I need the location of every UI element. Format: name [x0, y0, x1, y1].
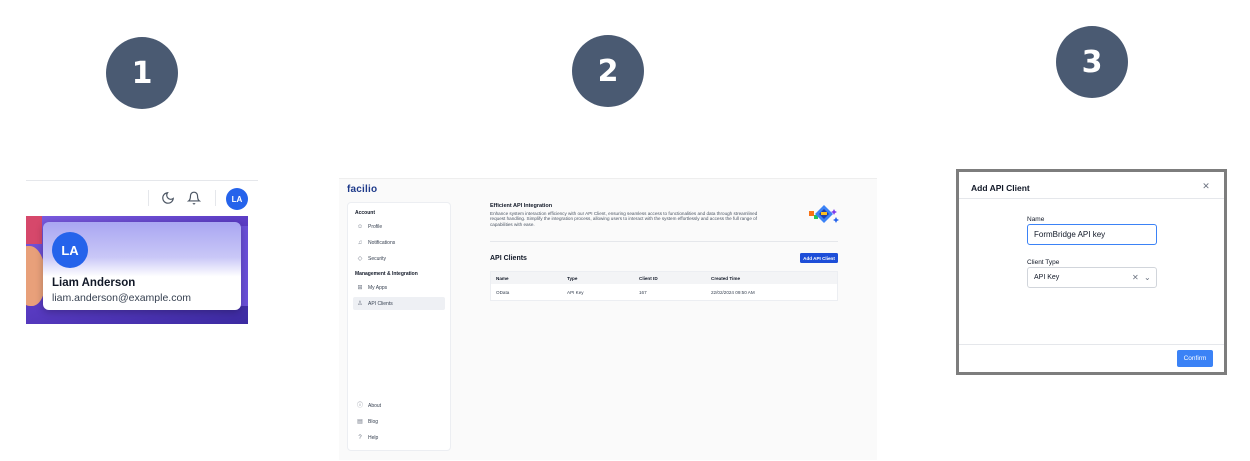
confirm-button[interactable]: Confirm	[1177, 350, 1213, 367]
sidebar-item-label: Notifications	[368, 239, 396, 246]
settings-sidebar: Account ☺ Profile ♫ Notifications ◇ Secu…	[347, 202, 451, 451]
api-illustration-icon	[809, 205, 839, 223]
column-header: Client ID	[639, 275, 658, 281]
column-header: Created Time	[711, 275, 741, 281]
client-type-label: Client Type	[1027, 259, 1060, 266]
profile-email: liam.anderson@example.com	[52, 292, 192, 304]
sidebar-item-my-apps[interactable]: ⊞ My Apps	[353, 281, 445, 294]
step-1-badge: 1	[106, 37, 178, 109]
profile-avatar: LA	[52, 232, 88, 268]
sidebar-item-api-clients[interactable]: ♙ API Clients	[353, 297, 445, 310]
chevron-down-icon[interactable]: ⌄	[1144, 273, 1151, 282]
clear-icon[interactable]: ✕	[1132, 273, 1139, 282]
document-icon: ▤	[357, 418, 363, 425]
user-icon: ☺	[357, 223, 364, 230]
dialog-title: Add API Client	[971, 183, 1030, 193]
sidebar-item-help[interactable]: ? Help	[353, 431, 445, 444]
sidebar-item-blog[interactable]: ▤ Blog	[353, 415, 445, 428]
table-header-row: Name Type Client ID Created Time	[491, 272, 837, 284]
table-cell: 22/02/2024 09:50 AM	[711, 289, 755, 295]
dialog-header-divider	[959, 198, 1224, 199]
table-cell: 167	[639, 289, 647, 295]
table-cell: API Key	[567, 289, 584, 295]
header-title: Efficient API Integration	[490, 203, 553, 209]
sidebar-item-label: Help	[368, 434, 379, 441]
name-input[interactable]	[1027, 224, 1157, 245]
panel-api-clients-page: facilio Account ☺ Profile ♫ Notification…	[339, 178, 877, 460]
step-3-badge: 3	[1056, 26, 1128, 98]
close-icon[interactable]: ✕	[1201, 181, 1211, 191]
header-divider	[26, 180, 258, 181]
sidebar-item-notifications[interactable]: ♫ Notifications	[353, 236, 445, 249]
header-divider	[490, 241, 838, 242]
table-cell: OData	[496, 289, 510, 295]
info-icon: ⓘ	[357, 402, 364, 409]
sidebar-section-account: Account	[355, 210, 375, 216]
sidebar-item-label: Profile	[368, 223, 383, 230]
question-icon: ?	[358, 434, 362, 441]
column-header: Type	[567, 275, 578, 281]
user-key-icon: ♙	[357, 300, 363, 307]
bell-icon[interactable]	[186, 191, 202, 205]
column-header: Name	[496, 275, 509, 281]
toolbar-divider	[148, 190, 149, 206]
sidebar-item-about[interactable]: ⓘ About	[353, 399, 445, 412]
api-clients-table: Name Type Client ID Created Time OData A…	[490, 271, 838, 301]
sidebar-item-profile[interactable]: ☺ Profile	[353, 220, 445, 233]
panel-add-client-modal: Add API Client ✕ Name Client Type API Ke…	[956, 169, 1227, 375]
profile-name: Liam Anderson	[52, 277, 136, 289]
sidebar-item-security[interactable]: ◇ Security	[353, 252, 445, 265]
sidebar-item-label: My Apps	[368, 284, 388, 291]
bell-icon: ♫	[357, 239, 363, 246]
name-label: Name	[1027, 216, 1045, 223]
sidebar-item-label: Blog	[368, 418, 379, 425]
add-api-client-dialog: Add API Client ✕ Name Client Type API Ke…	[959, 172, 1224, 372]
app-logo[interactable]: facilio	[347, 184, 377, 195]
table-row[interactable]: OData API Key 167 22/02/2024 09:50 AM	[491, 284, 837, 300]
header-description: Enhance system interaction efficiency wi…	[490, 211, 758, 227]
panel-profile-menu: LA LA Liam Anderson liam.anderson@exampl…	[26, 180, 258, 324]
sidebar-section-management: Management & Integration	[355, 271, 418, 277]
sidebar-item-label: API Clients	[368, 300, 393, 307]
user-avatar-button[interactable]: LA	[226, 188, 248, 210]
grid-icon: ⊞	[357, 284, 363, 291]
client-type-value: API Key	[1034, 274, 1060, 281]
moon-icon[interactable]	[161, 191, 175, 205]
toolbar-divider-2	[215, 190, 216, 206]
section-title: API Clients	[490, 255, 527, 262]
sidebar-item-label: About	[368, 402, 382, 409]
sidebar-item-label: Security	[368, 255, 387, 262]
step-2-badge: 2	[572, 35, 644, 107]
shield-icon: ◇	[357, 255, 363, 262]
add-api-client-button[interactable]: Add API Client	[800, 253, 838, 263]
client-type-select[interactable]: API Key ✕ ⌄	[1027, 267, 1157, 288]
profile-card[interactable]: LA Liam Anderson liam.anderson@example.c…	[43, 222, 241, 310]
dialog-footer-divider	[959, 344, 1224, 345]
